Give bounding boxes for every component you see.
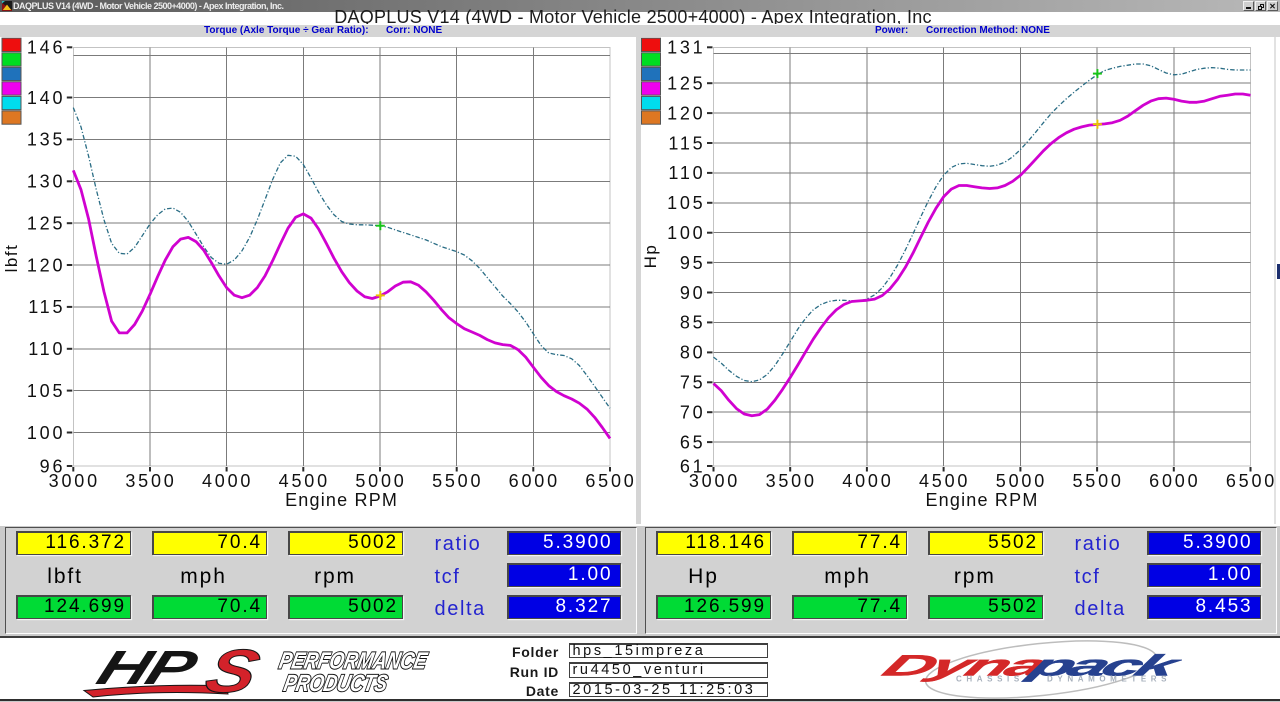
svg-text:5500: 5500: [1072, 471, 1123, 491]
svg-text:115: 115: [28, 297, 65, 317]
svg-text:85: 85: [680, 313, 706, 333]
svg-text:90: 90: [680, 283, 706, 303]
svg-text:110: 110: [28, 339, 65, 359]
svg-text:135: 135: [27, 130, 65, 150]
svg-text:120: 120: [27, 255, 65, 275]
svg-text:Engine RPM: Engine RPM: [925, 490, 1038, 510]
svg-text:PRODUCTS: PRODUCTS: [282, 670, 391, 696]
svg-text:4000: 4000: [842, 471, 893, 491]
svg-text:95: 95: [680, 253, 706, 273]
svg-text:5000: 5000: [996, 471, 1047, 491]
svg-text:100: 100: [667, 223, 705, 243]
svg-text:3500: 3500: [766, 471, 817, 491]
svg-text:Engine RPM: Engine RPM: [285, 490, 398, 510]
svg-text:3000: 3000: [49, 471, 100, 491]
svg-text:S: S: [198, 642, 268, 702]
svg-text:4500: 4500: [279, 471, 330, 491]
svg-text:4500: 4500: [919, 471, 970, 491]
svg-text:100: 100: [27, 423, 65, 443]
svg-text:70: 70: [680, 403, 706, 423]
svg-text:4000: 4000: [202, 471, 253, 491]
svg-text:125: 125: [667, 74, 705, 94]
svg-text:6500: 6500: [1226, 471, 1277, 491]
svg-text:125: 125: [27, 214, 65, 234]
svg-text:6000: 6000: [509, 471, 560, 491]
svg-text:CHASSIS: CHASSIS: [956, 675, 1024, 684]
svg-text:DYNAMOMETERS: DYNAMOMETERS: [1047, 675, 1171, 684]
svg-text:115: 115: [668, 133, 705, 153]
svg-text:lbft: lbft: [2, 244, 21, 273]
svg-text:105: 105: [27, 381, 65, 401]
svg-text:146: 146: [27, 38, 65, 58]
svg-text:5500: 5500: [432, 471, 483, 491]
svg-text:120: 120: [667, 103, 705, 123]
svg-text:130: 130: [27, 172, 65, 192]
svg-text:6500: 6500: [585, 471, 636, 491]
svg-text:65: 65: [680, 432, 706, 452]
svg-text:3500: 3500: [125, 471, 176, 491]
svg-text:5000: 5000: [355, 471, 406, 491]
svg-text:3000: 3000: [689, 471, 740, 491]
svg-text:131: 131: [667, 38, 705, 58]
svg-text:75: 75: [680, 373, 706, 393]
svg-text:110: 110: [668, 163, 705, 183]
svg-text:80: 80: [680, 343, 706, 363]
svg-text:Hp: Hp: [641, 244, 660, 269]
svg-text:105: 105: [667, 193, 705, 213]
svg-text:140: 140: [27, 88, 65, 108]
svg-text:6000: 6000: [1149, 471, 1200, 491]
